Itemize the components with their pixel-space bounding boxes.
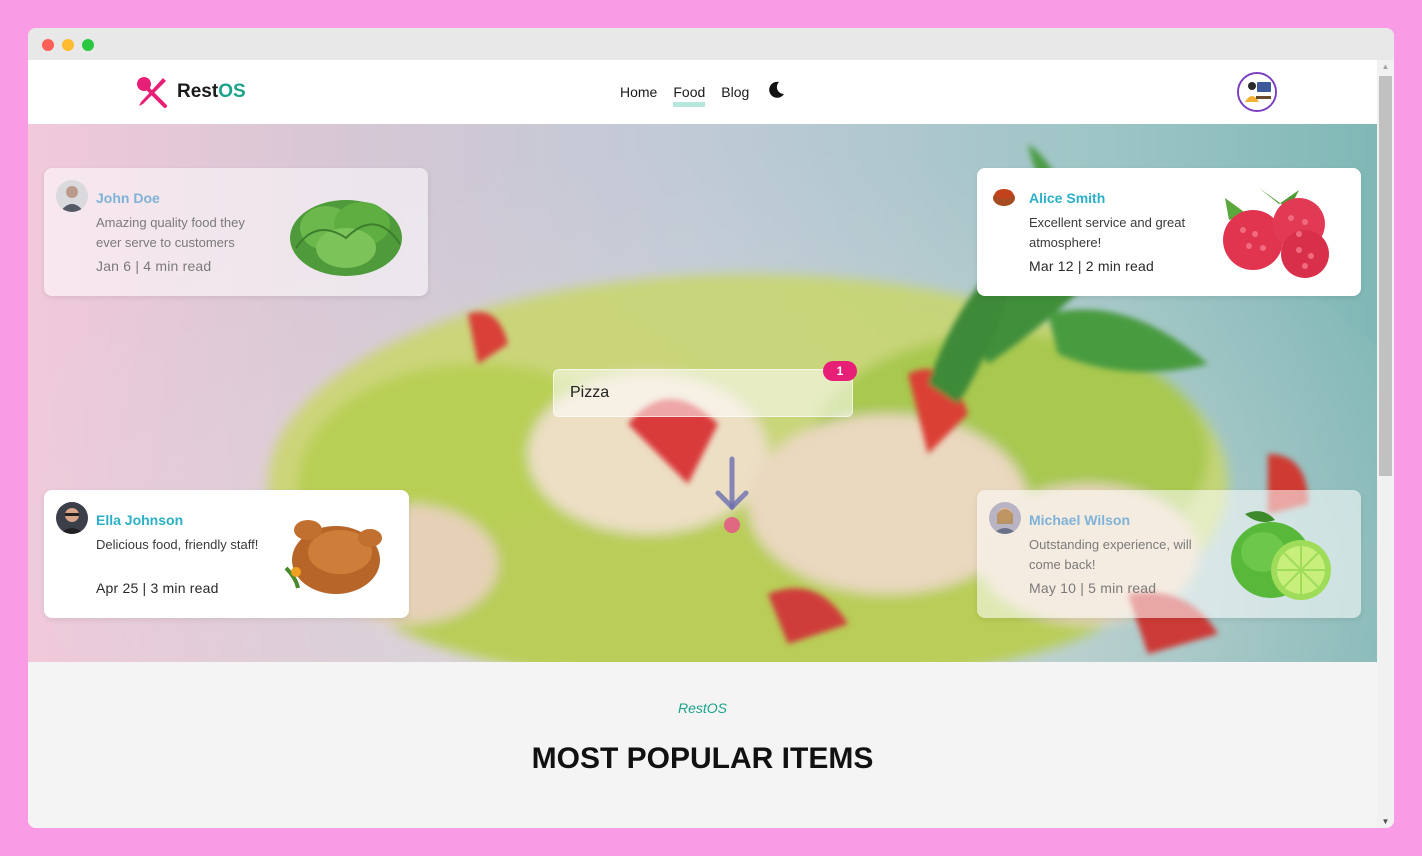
review-meta: May 10 | 5 min read [1029,580,1157,596]
main-nav: Home Food Blog [620,84,749,107]
avatar-illustration-icon [1239,74,1275,110]
user-avatar[interactable] [1237,72,1277,112]
scroll-up-icon[interactable]: ▲ [1381,62,1390,71]
reviewer-name: Alice Smith [1029,190,1106,206]
page-viewport: RestOS Home Food Blog John Doe Amazing q… [28,60,1377,828]
search-box [553,369,853,417]
review-meta: Jan 6 | 4 min read [96,258,212,274]
reviewer-name: Ella Johnson [96,512,184,528]
review-text: Delicious food, friendly staff! [96,537,259,552]
title-bar [28,28,1394,60]
brand-name: RestOS [177,81,246,102]
review-text: Outstanding experience, will come back! [1029,537,1192,572]
avatar [56,502,88,534]
minimize-window-button[interactable] [62,39,74,51]
site-header: RestOS Home Food Blog [28,60,1377,124]
section-title: MOST POPULAR ITEMS [531,742,874,775]
avatar [989,502,1021,534]
lettuce-image [290,200,402,276]
roast-chicken-image [284,520,382,594]
nav-home[interactable]: Home [620,84,657,100]
reviewer-name: Michael Wilson [1029,512,1131,528]
moon-icon[interactable] [766,80,786,100]
nav-blog[interactable]: Blog [721,84,749,100]
maximize-window-button[interactable] [82,39,94,51]
review-card-michael-wilson[interactable]: Michael Wilson Outstanding experience, w… [977,490,1361,618]
review-text: Amazing quality food they ever serve to … [96,215,245,250]
review-card-alice-smith[interactable]: Alice Smith Excellent service and great … [977,168,1361,296]
review-card-john-doe[interactable]: John Doe Amazing quality food they ever … [44,168,428,296]
search-input[interactable] [554,370,852,416]
avatar [989,180,1021,212]
reviewer-name: John Doe [96,190,160,206]
close-window-button[interactable] [42,39,54,51]
browser-window: RestOS Home Food Blog John Doe Amazing q… [28,28,1394,828]
review-meta: Mar 12 | 2 min read [1029,258,1154,274]
hero-banner: John Doe Amazing quality food they ever … [28,124,1377,662]
scroll-down-icon[interactable]: ▼ [1381,817,1390,826]
review-card-ella-johnson[interactable]: Ella Johnson Delicious food, friendly st… [44,490,409,618]
review-meta: Apr 25 | 3 min read [96,580,219,596]
avatar [56,180,88,212]
spoon-knife-logo-icon [137,77,167,108]
page-scrollbar[interactable]: ▲ ▼ [1377,60,1394,828]
lime-image [1231,511,1331,600]
review-text: Excellent service and great atmosphere! [1029,215,1186,250]
scrollbar-thumb[interactable] [1379,76,1392,476]
scroll-down-arrow-icon[interactable] [714,455,750,539]
popular-items-section: RestOS MOST POPULAR ITEMS [28,662,1377,828]
logo[interactable]: RestOS [135,76,246,108]
nav-food[interactable]: Food [673,84,705,107]
raspberries-image [1223,188,1329,278]
section-kicker: RestOS [677,700,727,716]
search-count-badge: 1 [823,361,857,381]
